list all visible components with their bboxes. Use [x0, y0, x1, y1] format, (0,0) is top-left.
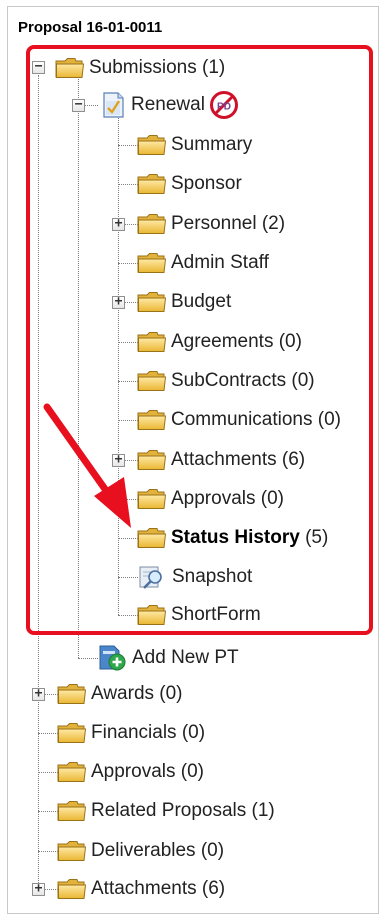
highlight-box — [26, 45, 373, 635]
tree-connector — [38, 851, 58, 852]
tree-connector — [38, 772, 58, 773]
node-label: Related Proposals (1) — [91, 800, 275, 821]
node-label: Approvals (0) — [91, 761, 204, 782]
folder-icon — [57, 840, 87, 862]
tree-node-deliverables[interactable]: Deliverables (0) — [57, 839, 224, 863]
tree-connector — [38, 733, 58, 734]
tree-node-attachments-root[interactable]: Attachments (6) — [57, 877, 225, 901]
tree-node-awards[interactable]: Awards (0) — [57, 682, 183, 706]
tree-node-related-proposals[interactable]: Related Proposals (1) — [57, 799, 275, 823]
node-label: Awards (0) — [91, 683, 183, 704]
expand-toggle-awards[interactable]: + — [32, 687, 45, 701]
node-label: Attachments (6) — [91, 878, 226, 899]
folder-icon — [57, 800, 87, 822]
tree-connector — [78, 658, 98, 659]
tree-connector — [38, 811, 58, 812]
node-label: Add New PT — [132, 647, 239, 668]
expand-toggle-attachments-root[interactable]: + — [32, 882, 45, 896]
tree-node-approvals-root[interactable]: Approvals (0) — [57, 760, 204, 784]
folder-icon — [57, 761, 87, 783]
tree-node-financials[interactable]: Financials (0) — [57, 721, 205, 745]
add-new-pt-link[interactable]: Add New PT — [97, 645, 239, 671]
folder-icon — [57, 683, 87, 705]
folder-icon — [57, 722, 87, 744]
node-label: Deliverables (0) — [91, 840, 225, 861]
folder-icon — [57, 878, 87, 900]
node-label: Financials (0) — [91, 722, 206, 743]
add-document-icon — [99, 645, 126, 671]
proposal-title: Proposal 16-01-0011 — [18, 19, 163, 36]
